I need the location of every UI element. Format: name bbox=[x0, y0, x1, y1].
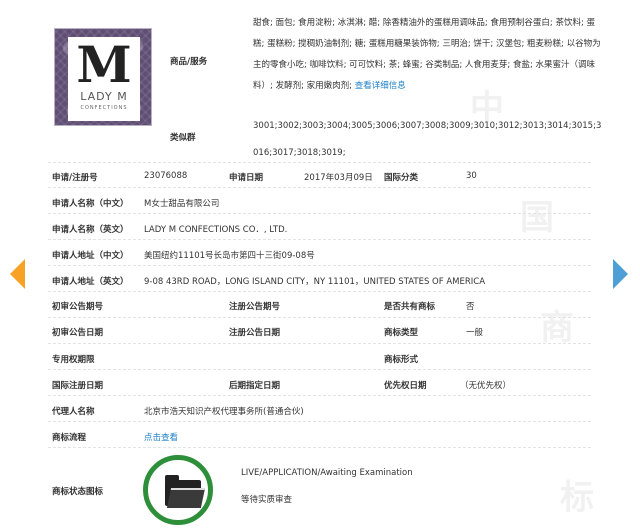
reg-no-value: 23076088 bbox=[144, 171, 188, 181]
row-divider bbox=[48, 187, 591, 188]
shared-mark-label: 是否共有商标 bbox=[384, 302, 436, 312]
goods-list: 甜食; 面包; 食用淀粉; 冰淇淋; 醋; 除香精油外的蛋糕用调味品; 食用预制… bbox=[253, 18, 601, 91]
intl-reg-date-label: 国际注册日期 bbox=[52, 381, 104, 391]
address-cn-label: 申请人地址（中文） bbox=[52, 251, 129, 261]
watermark-char: 标 bbox=[560, 478, 594, 518]
priority-date-label: 优先权日期 bbox=[384, 381, 427, 391]
exclusive-period-label: 专用权期限 bbox=[52, 355, 95, 365]
status-en: LIVE/APPLICATION/Awaiting Examination bbox=[241, 468, 413, 478]
class-group-label: 类似群 bbox=[170, 133, 196, 143]
previous-arrow-icon[interactable] bbox=[10, 259, 25, 289]
intl-class-label: 国际分类 bbox=[384, 173, 419, 183]
mark-form-label: 商标形式 bbox=[384, 355, 419, 365]
row-divider bbox=[48, 343, 591, 344]
row-divider bbox=[48, 317, 591, 318]
applicant-en-value: LADY M CONFECTIONS CO．, LTD. bbox=[144, 225, 288, 235]
apply-date-label: 申请日期 bbox=[229, 173, 264, 183]
logo-sub: CONFECTIONS bbox=[80, 105, 128, 111]
goods-text: 甜食; 面包; 食用淀粉; 冰淇淋; 醋; 除香精油外的蛋糕用调味品; 食用预制… bbox=[253, 13, 603, 97]
status-cn: 等待实质审查 bbox=[241, 495, 293, 505]
folder-front bbox=[166, 488, 206, 508]
row-divider bbox=[48, 162, 591, 163]
process-label: 商标流程 bbox=[52, 433, 87, 443]
address-en-label: 申请人地址（英文） bbox=[52, 277, 129, 287]
address-cn-value: 美国纽约11101号长岛市第四十三街09-08号 bbox=[144, 251, 315, 261]
goods-label: 商品/服务 bbox=[170, 57, 208, 67]
apply-date-value: 2017年03月09日 bbox=[304, 173, 373, 183]
applicant-cn-label: 申请人名称（中文） bbox=[52, 199, 129, 209]
class-group-values: 3001;3002;3003;3004;3005;3006;3007;3008;… bbox=[253, 121, 602, 158]
folder-status-icon bbox=[143, 455, 213, 525]
process-link[interactable]: 点击查看 bbox=[144, 431, 178, 443]
row-divider bbox=[48, 265, 591, 266]
row-divider bbox=[48, 369, 591, 370]
prelim-pub-date-label: 初审公告日期 bbox=[52, 328, 104, 338]
row-divider bbox=[48, 291, 591, 292]
status-icon-label: 商标状态图标 bbox=[52, 487, 104, 497]
next-arrow-icon[interactable] bbox=[613, 259, 628, 289]
applicant-cn-value: M女士甜品有限公司 bbox=[144, 199, 220, 209]
address-en-value: 9-08 43RD ROAD，LONG ISLAND CITY，NY 11101… bbox=[144, 277, 486, 287]
later-date-label: 后期指定日期 bbox=[229, 381, 281, 391]
row-divider bbox=[48, 239, 591, 240]
prelim-pub-no-label: 初审公告期号 bbox=[52, 302, 104, 312]
agent-label: 代理人名称 bbox=[52, 407, 95, 417]
logo-letter: M bbox=[76, 35, 132, 94]
reg-pub-no-label: 注册公告期号 bbox=[229, 302, 281, 312]
mark-type-label: 商标类型 bbox=[384, 328, 419, 338]
shared-mark-value: 否 bbox=[466, 302, 475, 312]
row-divider bbox=[48, 447, 591, 448]
watermark-char: 商 bbox=[540, 308, 574, 348]
watermark-char: 国 bbox=[520, 198, 554, 238]
trademark-logo-image: M LADY M CONFECTIONS bbox=[54, 28, 152, 126]
agent-value: 北京市浩天知识产权代理事务所(普通合伙) bbox=[144, 407, 304, 417]
intl-class-value: 30 bbox=[466, 171, 477, 181]
reg-pub-date-label: 注册公告日期 bbox=[229, 328, 281, 338]
goods-more-link[interactable]: 查看详细信息 bbox=[355, 81, 406, 91]
logo-panel: M LADY M CONFECTIONS bbox=[68, 37, 140, 121]
mark-type-value: 一般 bbox=[466, 328, 484, 338]
row-divider bbox=[48, 395, 591, 396]
row-divider bbox=[48, 213, 591, 214]
reg-no-label: 申请/注册号 bbox=[52, 173, 98, 183]
priority-date-value: （无优先权） bbox=[460, 381, 512, 391]
row-divider bbox=[48, 421, 591, 422]
applicant-en-label: 申请人名称（英文） bbox=[52, 225, 129, 235]
